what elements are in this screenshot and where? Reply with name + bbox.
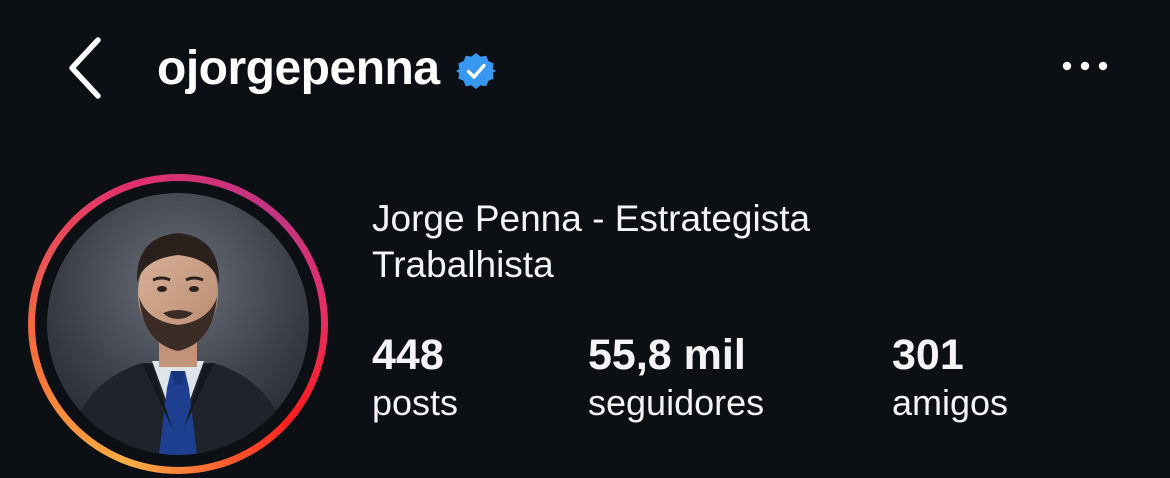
verified-badge-icon (455, 51, 496, 91)
username: ojorgepenna (157, 42, 440, 95)
avatar (47, 193, 309, 455)
profile-header: ojorgepenna Jorge Penna - Estrategista T… (0, 0, 1170, 478)
friends-label: amigos (892, 382, 1009, 423)
username-row: ojorgepenna (157, 36, 496, 102)
back-button[interactable] (56, 30, 112, 106)
more-options-button[interactable] (1050, 40, 1120, 92)
posts-count: 448 (372, 331, 444, 379)
display-name: Jorge Penna - Estrategista Trabalhista (372, 198, 811, 285)
followers-count: 55,8 mil (588, 331, 746, 379)
chevron-left-icon (69, 37, 101, 99)
followers-label: seguidores (588, 382, 765, 423)
posts-label: posts (372, 382, 459, 423)
story-ring[interactable] (28, 174, 328, 474)
stat-friends[interactable]: 301 amigos (892, 330, 1008, 426)
friends-count: 301 (892, 331, 964, 379)
stat-posts[interactable]: 448 posts (372, 330, 458, 426)
more-horizontal-icon (1062, 61, 1108, 71)
stat-followers[interactable]: 55,8 mil seguidores (588, 330, 764, 426)
